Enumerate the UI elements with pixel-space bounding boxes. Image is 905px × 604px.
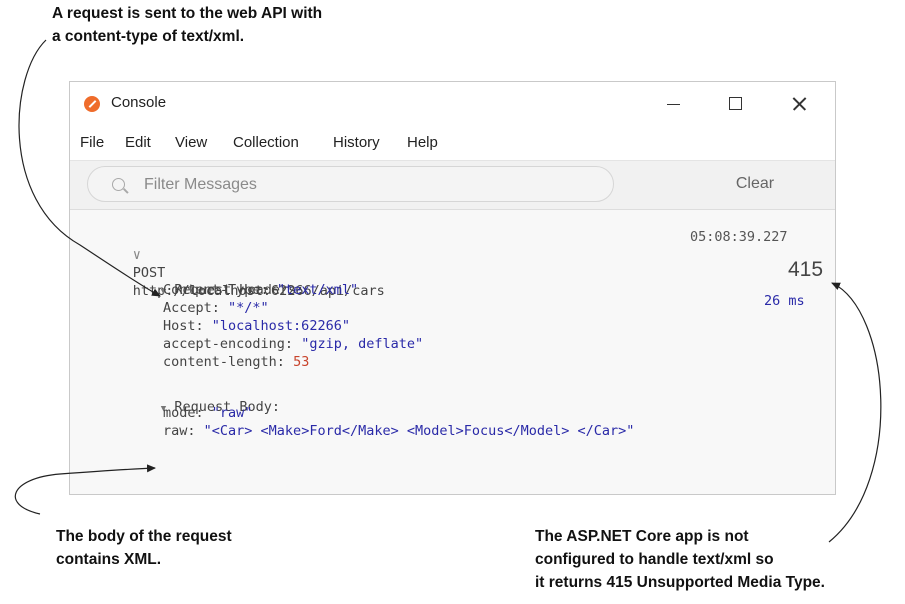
search-icon: [112, 178, 125, 191]
minimize-icon[interactable]: [644, 82, 704, 126]
title-bar[interactable]: Console: [70, 82, 835, 126]
postman-icon: [84, 96, 100, 112]
body-line: raw: "<Car> <Make>Ford</Make> <Model>Foc…: [163, 422, 634, 440]
header-value: "localhost:62266": [211, 318, 350, 334]
annotation-line: contains XML.: [56, 551, 162, 568]
clear-button[interactable]: Clear: [690, 161, 820, 207]
annotation-line: it returns 415 Unsupported Media Type.: [535, 574, 825, 591]
annotation-line: configured to handle text/xml so: [535, 551, 774, 568]
menu-item-view[interactable]: View: [175, 134, 207, 151]
response-duration: 26 ms: [764, 293, 805, 309]
annotation-line: The body of the request: [56, 528, 232, 545]
header-line: accept-encoding: "gzip, deflate": [163, 335, 423, 353]
header-key: accept-encoding:: [163, 336, 294, 352]
close-icon[interactable]: [770, 82, 830, 126]
body-key: mode:: [163, 405, 204, 421]
menu-item-edit[interactable]: Edit: [125, 134, 151, 151]
annotation-request-body: The body of the request contains XML.: [56, 525, 232, 571]
header-value: "text/xml": [276, 282, 359, 298]
body-line: mode: "raw": [163, 404, 252, 422]
console-window: Console File Edit View Collection Histor…: [69, 81, 836, 495]
window-title: Console: [111, 94, 167, 111]
chevron-down-icon[interactable]: ∨: [133, 247, 141, 263]
header-value: 53: [293, 354, 310, 370]
filter-messages-input[interactable]: [144, 174, 584, 196]
filter-bar: Clear: [70, 160, 835, 210]
menu-item-help[interactable]: Help: [407, 134, 438, 151]
header-key: Host:: [163, 318, 204, 334]
filter-box[interactable]: [87, 166, 614, 202]
header-key: Content-Type:: [163, 282, 269, 298]
annotation-line: a content-type of text/xml.: [52, 28, 245, 45]
body-key: raw:: [163, 423, 196, 439]
header-value: "gzip, deflate": [301, 336, 424, 352]
header-line: content-length: 53: [163, 353, 309, 371]
status-code: 415: [788, 258, 824, 281]
menu-item-collection[interactable]: Collection: [233, 134, 299, 151]
annotation-status-415: The ASP.NET Core app is not configured t…: [535, 525, 825, 594]
header-key: Accept:: [163, 300, 220, 316]
menu-item-history[interactable]: History: [333, 134, 380, 151]
annotation-request-content-type: A request is sent to the web API with a …: [52, 2, 322, 48]
menu-item-file[interactable]: File: [80, 134, 104, 151]
menu-bar: File Edit View Collection History Help: [70, 126, 835, 160]
maximize-icon[interactable]: [706, 82, 766, 126]
annotation-line: The ASP.NET Core app is not: [535, 528, 749, 545]
body-value: "raw": [211, 405, 253, 421]
header-key: content-length:: [163, 354, 285, 370]
header-line: Content-Type: "text/xml": [163, 281, 358, 299]
annotation-line: A request is sent to the web API with: [52, 5, 323, 22]
header-line: Accept: "*/*": [163, 299, 269, 317]
arrow-to-status-code: [828, 282, 882, 543]
header-line: Host: "localhost:62266": [163, 317, 350, 335]
header-value: "*/*": [228, 300, 269, 316]
request-timestamp: 05:08:39.227: [690, 229, 788, 245]
body-value: "<Car> <Make>Ford</Make> <Model>Focus</M…: [203, 423, 635, 439]
